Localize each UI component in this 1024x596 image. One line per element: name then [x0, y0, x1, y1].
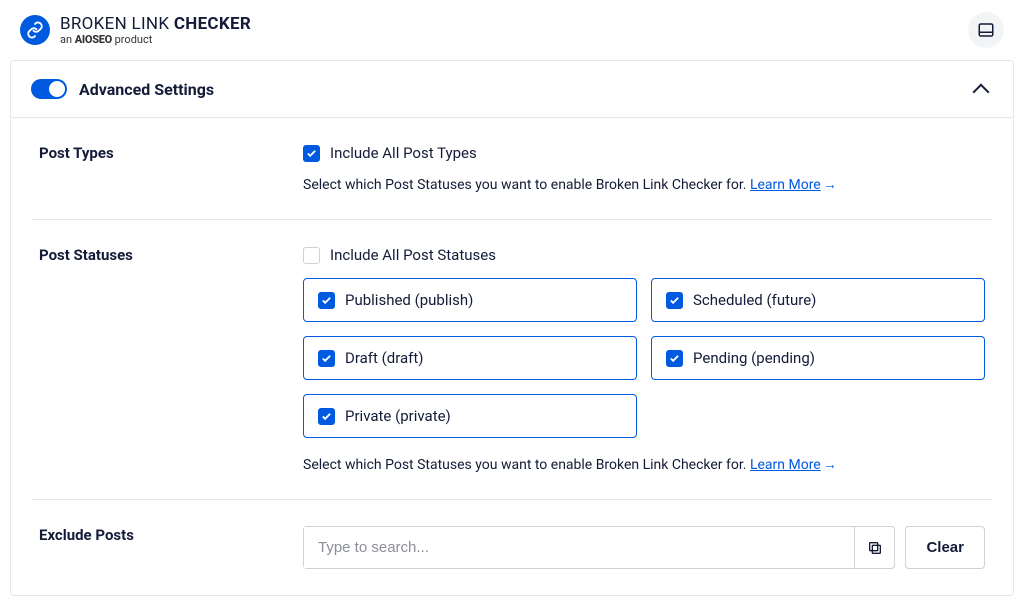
- app-header: BROKEN LINK CHECKER an AIOSEO product: [0, 0, 1024, 60]
- clear-button[interactable]: Clear: [905, 526, 985, 569]
- app-subtitle: an AIOSEO product: [60, 33, 251, 46]
- brand: BROKEN LINK CHECKER an AIOSEO product: [20, 14, 251, 46]
- learn-more-link[interactable]: Learn More: [750, 177, 821, 193]
- learn-more-link[interactable]: Learn More: [750, 457, 821, 473]
- status-option[interactable]: Pending (pending): [651, 336, 985, 380]
- exclude-posts-label: Exclude Posts: [31, 526, 303, 569]
- include-all-post-statuses-label: Include All Post Statuses: [330, 246, 496, 264]
- advanced-settings-toggle[interactable]: [31, 79, 67, 99]
- status-checkbox[interactable]: [318, 350, 335, 367]
- arrow-right-icon: →: [823, 177, 837, 193]
- row-post-types: Post Types Include All Post Types Select…: [31, 118, 993, 220]
- status-checkbox[interactable]: [318, 408, 335, 425]
- status-checkbox[interactable]: [666, 292, 683, 309]
- include-all-post-types-label: Include All Post Types: [330, 144, 477, 162]
- include-all-post-statuses-checkbox[interactable]: [303, 247, 320, 264]
- status-checkbox[interactable]: [666, 350, 683, 367]
- status-label: Pending (pending): [693, 349, 815, 367]
- chevron-up-icon[interactable]: [973, 84, 990, 101]
- status-label: Published (publish): [345, 291, 473, 309]
- section-title: Advanced Settings: [79, 80, 214, 99]
- include-all-post-types-checkbox[interactable]: [303, 145, 320, 162]
- post-types-label: Post Types: [31, 144, 303, 193]
- status-label: Private (private): [345, 407, 451, 425]
- row-exclude-posts: Exclude Posts Clear: [31, 500, 993, 595]
- status-checkbox[interactable]: [318, 292, 335, 309]
- exclude-search-button[interactable]: [854, 527, 894, 568]
- status-label: Scheduled (future): [693, 291, 816, 309]
- status-option[interactable]: Scheduled (future): [651, 278, 985, 322]
- exclude-search-input[interactable]: [304, 527, 854, 568]
- post-statuses-help: Select which Post Statuses you want to e…: [303, 456, 985, 473]
- post-types-help: Select which Post Statuses you want to e…: [303, 176, 985, 193]
- section-header[interactable]: Advanced Settings: [11, 61, 1013, 118]
- post-statuses-label: Post Statuses: [31, 246, 303, 473]
- status-option[interactable]: Private (private): [303, 394, 637, 438]
- notifications-button[interactable]: [968, 12, 1004, 48]
- status-option[interactable]: Draft (draft): [303, 336, 637, 380]
- status-label: Draft (draft): [345, 349, 424, 367]
- arrow-right-icon: →: [823, 457, 837, 473]
- row-post-statuses: Post Statuses Include All Post Statuses …: [31, 220, 993, 500]
- app-title: BROKEN LINK CHECKER: [60, 14, 251, 34]
- status-option[interactable]: Published (publish): [303, 278, 637, 322]
- brand-logo-icon: [20, 15, 50, 45]
